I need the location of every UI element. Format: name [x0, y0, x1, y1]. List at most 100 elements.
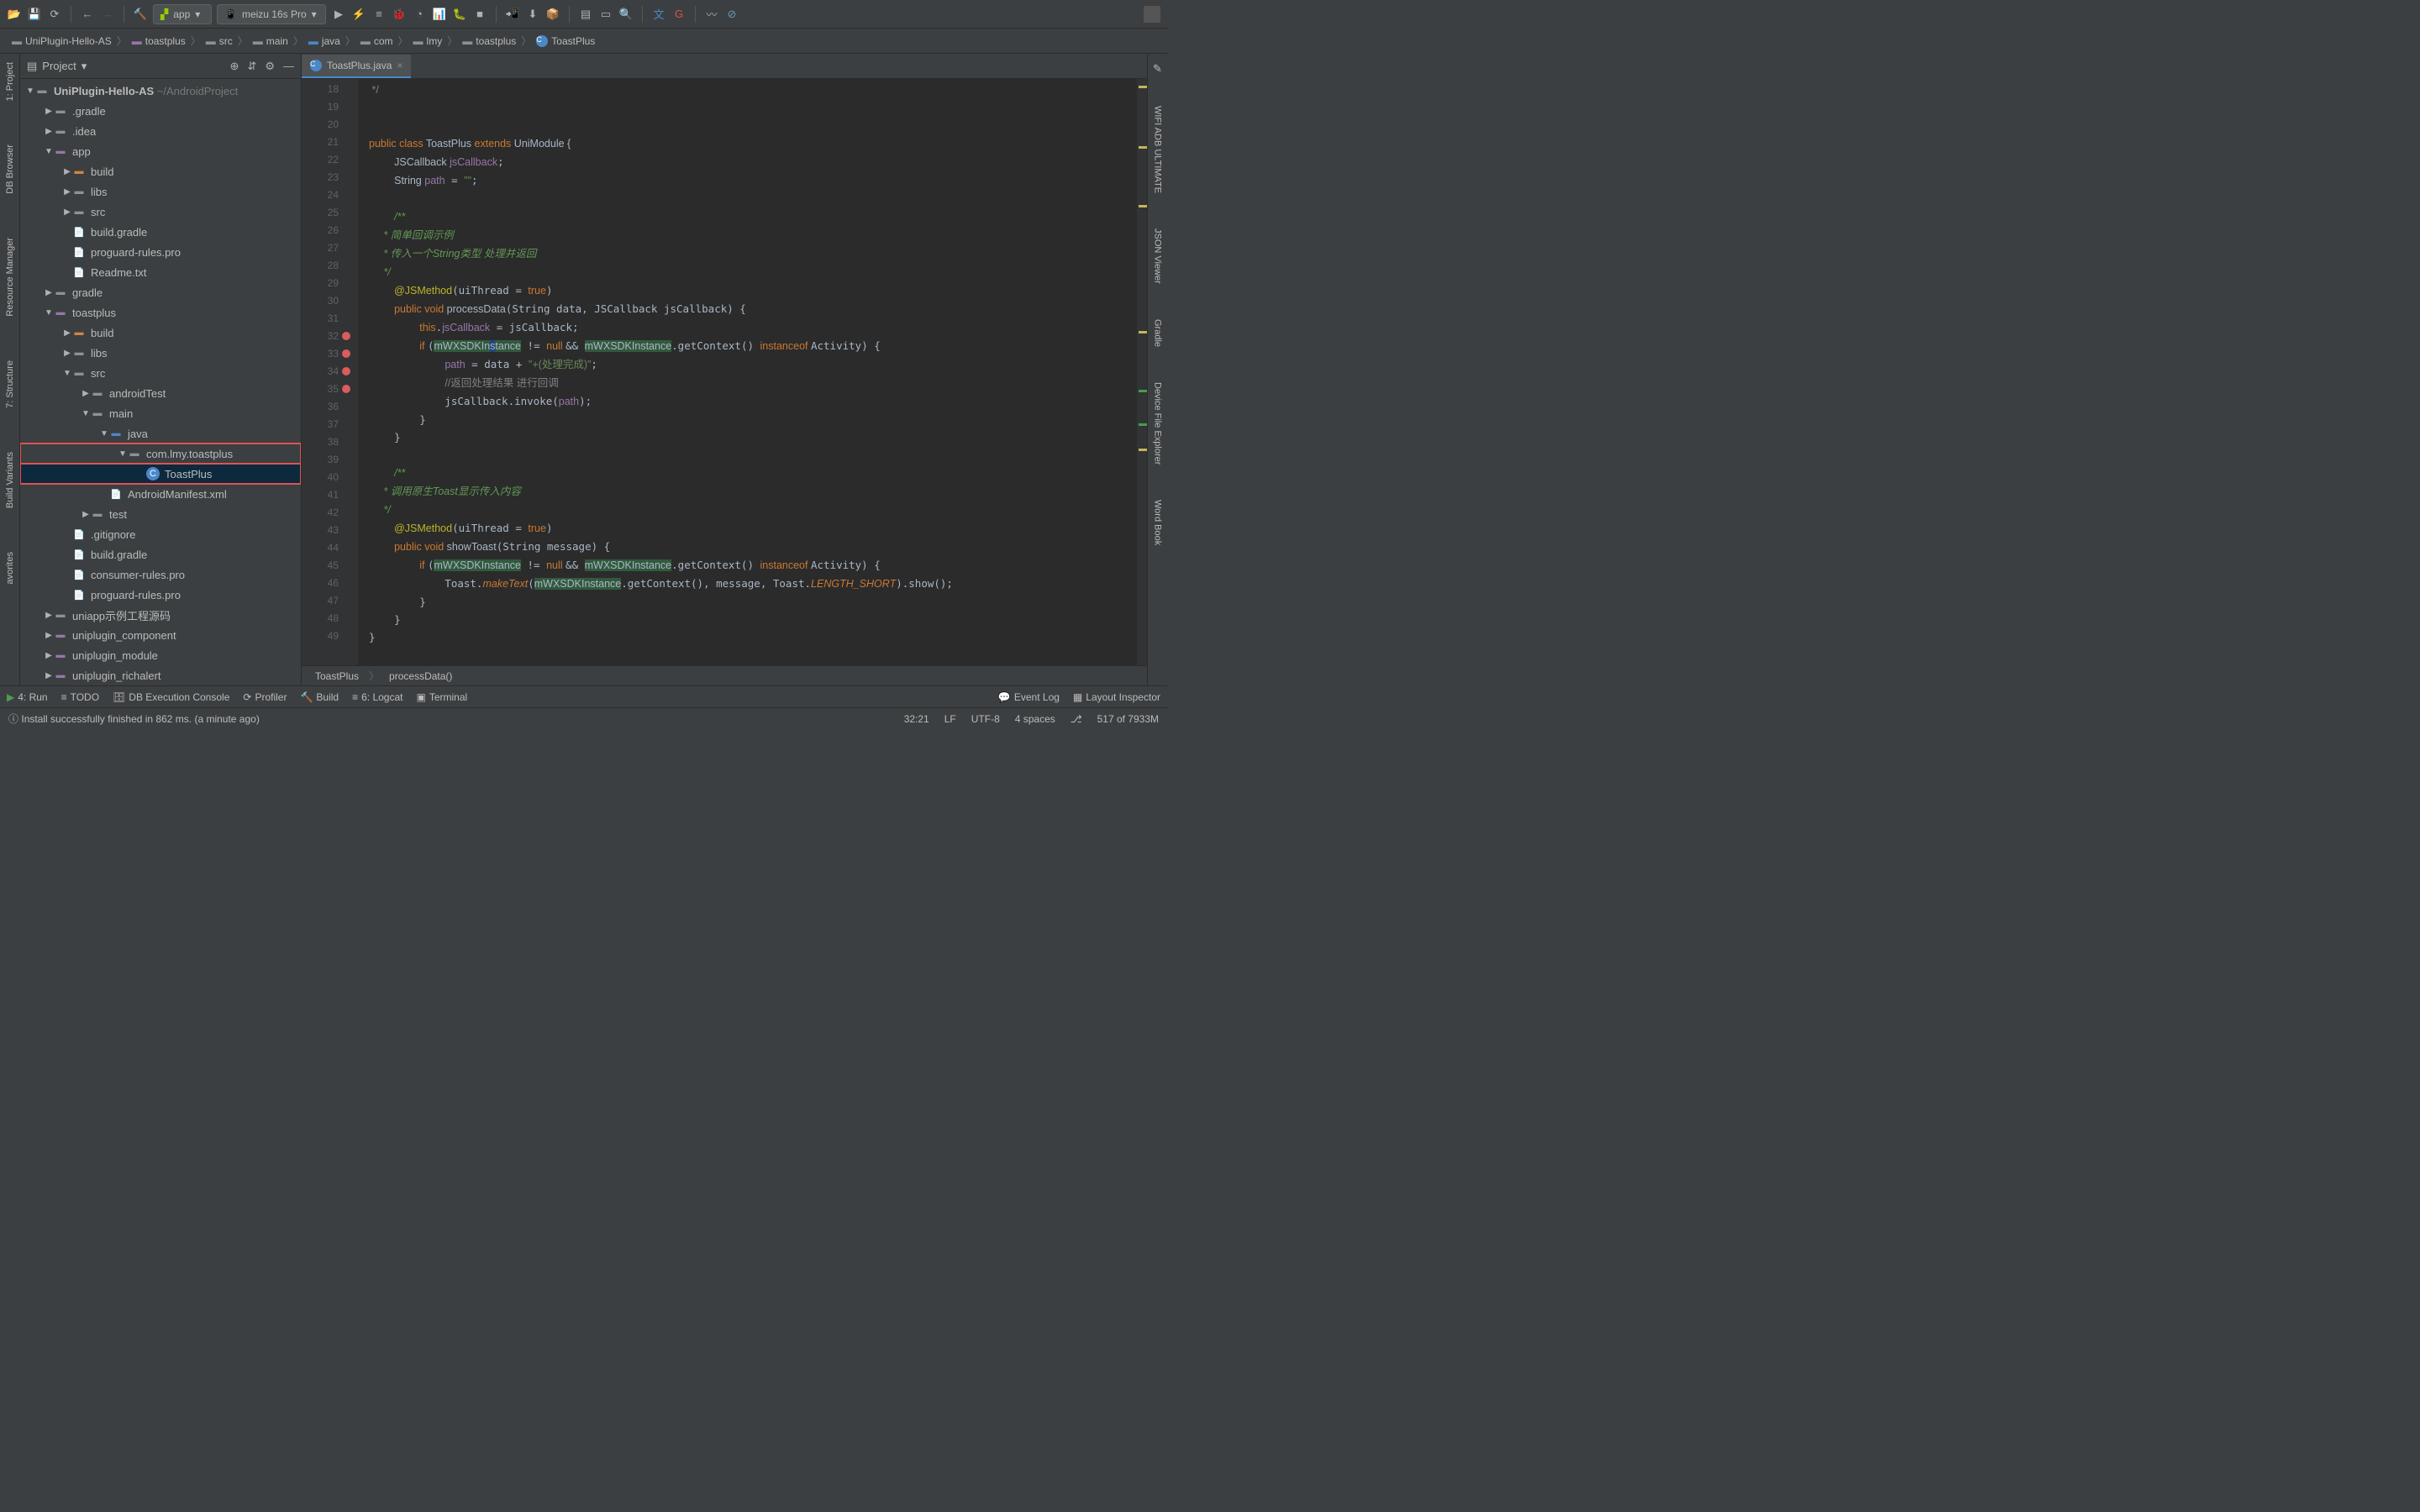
tree-item[interactable]: 📄proguard-rules.pro — [20, 585, 301, 605]
back-icon[interactable]: ← — [80, 7, 95, 22]
monitor-icon[interactable]: ▭ — [598, 7, 613, 22]
right-tab-devexplorer[interactable]: Device File Explorer — [1151, 377, 1165, 470]
block-icon[interactable]: ⊘ — [724, 7, 739, 22]
close-tab-icon[interactable]: × — [397, 60, 402, 71]
project-title[interactable]: Project — [42, 60, 76, 72]
bottom-tab-terminal[interactable]: ▣Terminal — [416, 691, 467, 703]
hammer-icon[interactable]: 🔨 — [133, 7, 148, 22]
encoding[interactable]: UTF-8 — [971, 713, 1000, 725]
left-tab-favorites[interactable]: avorites — [3, 547, 17, 590]
bottom-tab-build[interactable]: 🔨Build — [300, 691, 339, 703]
profile-icon[interactable]: 📊 — [432, 7, 447, 22]
tree-item[interactable]: 📄Readme.txt — [20, 262, 301, 282]
sync-icon[interactable]: ⟳ — [47, 7, 62, 22]
bottom-tab-todo[interactable]: ≡TODO — [61, 691, 99, 703]
tree-item[interactable]: 📄consumer-rules.pro — [20, 564, 301, 585]
caret-position[interactable]: 32:21 — [904, 713, 929, 725]
bottom-tab-db[interactable]: 🗄DB Execution Console — [113, 691, 229, 703]
stop-icon[interactable]: ■ — [472, 7, 487, 22]
tree-item[interactable]: ▶▬uniplugin_richalert — [20, 665, 301, 685]
tree-item[interactable]: ▶▬libs — [20, 181, 301, 202]
tree-item[interactable]: ▶▬uniplugin_module — [20, 645, 301, 665]
editor-tab-toastplus[interactable]: C ToastPlus.java × — [302, 55, 411, 78]
bc-module[interactable]: ▬toastplus — [129, 35, 189, 47]
tree-item[interactable]: ▶▬test — [20, 504, 301, 524]
coverage-icon[interactable]: ◔ — [412, 7, 427, 22]
code-content[interactable]: */ public class ToastPlus extends UniMod… — [359, 79, 1147, 665]
tree-item[interactable]: ▶▬src — [20, 202, 301, 222]
git-icon[interactable]: ⎇ — [1071, 713, 1082, 725]
search-icon[interactable]: 🔍 — [618, 7, 634, 22]
tree-root[interactable]: ▼▬ UniPlugin-Hello-AS ~/AndroidProject — [20, 81, 301, 101]
run-icon[interactable]: ▶ — [331, 7, 346, 22]
bc-com[interactable]: ▬com — [357, 35, 397, 47]
run-config-combo[interactable]: ▞ app ▾ — [153, 4, 212, 24]
bottom-tab-eventlog[interactable]: 💬Event Log — [998, 691, 1060, 703]
indent[interactable]: 4 spaces — [1015, 713, 1055, 725]
device-combo[interactable]: 📱 meizu 16s Pro ▾ — [217, 4, 326, 24]
line-gutter[interactable]: 1819202122232425262728293031323334353637… — [302, 79, 344, 665]
tree-item[interactable]: ▼▬main — [20, 403, 301, 423]
left-tab-project[interactable]: 1: Project — [3, 57, 17, 106]
tree-item[interactable]: ▼▬src — [20, 363, 301, 383]
tree-item[interactable]: 📄build.gradle — [20, 222, 301, 242]
error-stripe[interactable] — [1137, 79, 1147, 665]
bc-toastplus[interactable]: ▬toastplus — [459, 35, 519, 47]
bc-root[interactable]: ▬UniPlugin-Hello-AS — [8, 35, 115, 47]
right-tab-wordbook[interactable]: Word Book — [1151, 495, 1165, 550]
collapse-icon[interactable]: ⇵ — [247, 60, 256, 73]
tree-item[interactable]: 📄proguard-rules.pro — [20, 242, 301, 262]
bottom-tab-run[interactable]: ▶4: Run — [7, 691, 48, 703]
chevron-down-icon[interactable]: ▾ — [82, 60, 87, 73]
chart-icon[interactable]: 〰 — [704, 7, 719, 22]
tree-item[interactable]: 📄.gitignore — [20, 524, 301, 544]
crumb-class[interactable]: ToastPlus — [315, 670, 359, 682]
tree-item[interactable]: ▶▬build — [20, 323, 301, 343]
tree-item[interactable]: ▶▬build — [20, 161, 301, 181]
left-tab-dbbrowser[interactable]: DB Browser — [3, 139, 17, 199]
bc-main[interactable]: ▬main — [250, 35, 292, 47]
bottom-tab-profiler[interactable]: ⟳Profiler — [243, 691, 287, 703]
tree-item[interactable]: ▶▬.gradle — [20, 101, 301, 121]
line-separator[interactable]: LF — [944, 713, 956, 725]
tree-item[interactable]: ▶▬gradle — [20, 282, 301, 302]
tree-item[interactable]: ▶▬.idea — [20, 121, 301, 141]
tree-item[interactable]: ▼▬com.lmy.toastplus — [20, 444, 301, 464]
tree-item[interactable]: 📄build.gradle — [20, 544, 301, 564]
avd-icon[interactable]: 📲 — [505, 7, 520, 22]
cube-icon[interactable]: 📦 — [545, 7, 560, 22]
left-tab-buildvar[interactable]: Build Variants — [3, 447, 17, 513]
left-tab-structure[interactable]: 7: Structure — [3, 355, 17, 413]
tree-item[interactable]: ▶▬androidTest — [20, 383, 301, 403]
apply-changes-icon[interactable]: ⚡ — [351, 7, 366, 22]
pencil-icon[interactable]: ✎ — [1153, 62, 1162, 76]
tree-item[interactable]: ▼▬app — [20, 141, 301, 161]
tree-item[interactable]: ▶▬uniplugin_component — [20, 625, 301, 645]
tree-item[interactable]: 📄AndroidManifest.xml — [20, 484, 301, 504]
debug-icon[interactable]: 🐞 — [392, 7, 407, 22]
bottom-tab-logcat[interactable]: ≡6: Logcat — [352, 691, 402, 703]
open-icon[interactable]: 📂 — [7, 7, 22, 22]
bc-class[interactable]: CToastPlus — [533, 35, 598, 47]
tree-item[interactable]: ▶▬libs — [20, 343, 301, 363]
gear-icon[interactable]: ⚙ — [265, 60, 275, 73]
translate2-icon[interactable]: G — [671, 7, 687, 22]
translate-icon[interactable]: 文 — [651, 7, 666, 22]
sdk-icon[interactable]: ⬇ — [525, 7, 540, 22]
avatar-icon[interactable] — [1144, 6, 1160, 23]
tree-item[interactable]: ▶▬uniapp示例工程源码 — [20, 605, 301, 625]
attach-icon[interactable]: 🐛 — [452, 7, 467, 22]
bc-java[interactable]: ▬java — [305, 35, 344, 47]
hotswap-icon[interactable]: ≡ — [371, 7, 387, 22]
tree-item[interactable]: CToastPlus — [20, 464, 301, 484]
tree-item[interactable]: ▼▬toastplus — [20, 302, 301, 323]
forward-icon[interactable]: → — [100, 7, 115, 22]
crumb-method[interactable]: processData() — [389, 670, 452, 682]
bc-src[interactable]: ▬src — [203, 35, 236, 47]
right-tab-gradle[interactable]: Gradle — [1151, 314, 1165, 352]
locate-icon[interactable]: ⊕ — [230, 60, 239, 73]
code-editor[interactable]: 1819202122232425262728293031323334353637… — [302, 79, 1147, 665]
right-tab-json[interactable]: JSON Viewer — [1151, 223, 1165, 289]
memory-indicator[interactable]: 517 of 7933M — [1097, 713, 1159, 725]
tree-item[interactable]: ▼▬java — [20, 423, 301, 444]
